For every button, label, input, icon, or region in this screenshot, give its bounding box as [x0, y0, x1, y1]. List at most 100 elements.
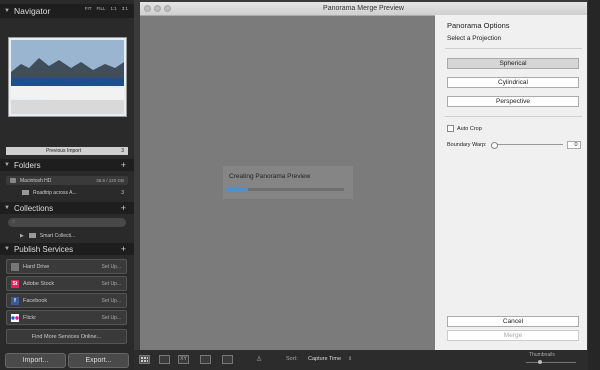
sort-chevron-icon[interactable]: ⇕ [348, 356, 352, 362]
add-folder-icon[interactable]: + [121, 160, 126, 170]
zoom-1-1[interactable]: 1:1 [110, 6, 116, 11]
previous-import-count: 3 [121, 148, 124, 154]
service-setup[interactable]: Set Up... [102, 298, 121, 304]
projection-label: Spherical [499, 60, 527, 67]
navigator-header[interactable]: ▼ Navigator FIT FILL 1:1 3:1 [0, 4, 134, 18]
slider-thumb[interactable] [538, 360, 542, 364]
minimize-window-icon[interactable] [154, 5, 161, 12]
collapse-triangle-icon: ▼ [4, 8, 10, 14]
boundary-warp-slider[interactable] [490, 142, 563, 149]
divider [445, 48, 582, 49]
service-setup[interactable]: Set Up... [102, 264, 121, 270]
folders-header[interactable]: ▼ Folders + [0, 159, 134, 171]
progress-fill [227, 188, 249, 191]
volume-name: Macintosh HD [20, 177, 52, 184]
folder-name: Roadtrip across A... [33, 189, 77, 196]
auto-crop-label: Auto Crop [457, 125, 482, 132]
auto-crop-option[interactable]: Auto Crop [447, 125, 482, 132]
collapse-triangle-icon: ▼ [4, 205, 10, 211]
adobe-stock-icon: St [11, 279, 19, 288]
service-name: Flickr [23, 314, 37, 321]
collection-item[interactable]: ▶ Smart Collecti... [6, 231, 128, 240]
find-more-label: Find More Services Online... [31, 333, 102, 340]
service-facebook[interactable]: f Facebook Set Up... [6, 293, 127, 308]
collections-header[interactable]: ▼ Collections + [0, 202, 134, 214]
cancel-button[interactable]: Cancel [447, 316, 579, 327]
dialog-titlebar[interactable]: Panorama Merge Preview [140, 2, 587, 16]
collapse-triangle-icon: ▼ [4, 162, 10, 168]
progress-box: Creating Panorama Preview [223, 166, 353, 199]
merge-button: Merge [447, 330, 579, 341]
folder-item[interactable]: Roadtrip across A... 3 [6, 188, 128, 197]
import-label: Import... [22, 357, 49, 364]
loupe-view-icon[interactable] [159, 355, 170, 364]
zoom-fit[interactable]: FIT [85, 6, 92, 11]
left-panel: ▼ Navigator FIT FILL 1:1 3:1 Previous Im… [0, 0, 134, 370]
boundary-warp-value[interactable]: 0 [566, 141, 581, 149]
projection-perspective-button[interactable]: Perspective [447, 96, 579, 107]
grid-view-icon[interactable] [139, 355, 150, 364]
progress-track [227, 188, 344, 191]
publish-services-header[interactable]: ▼ Publish Services + [0, 243, 134, 255]
expand-triangle-icon[interactable]: ▶ [20, 233, 24, 239]
export-label: Export... [85, 357, 112, 364]
find-more-services-button[interactable]: Find More Services Online... [6, 329, 127, 344]
merge-label: Merge [503, 332, 523, 339]
facebook-icon: f [11, 296, 19, 305]
folder-count: 3 [121, 189, 124, 196]
zoom-fill[interactable]: FILL [96, 6, 105, 11]
add-service-icon[interactable]: + [121, 244, 126, 254]
sort-label: Sort: [286, 356, 298, 362]
collection-name: Smart Collecti... [39, 232, 76, 239]
bottom-toolbar: XY ♙ Sort: Capture Time ⇕ Thumbnails [134, 350, 588, 370]
volume-row[interactable]: Macintosh HD 36.6 / 120 GB [6, 176, 128, 185]
zoom-window-icon[interactable] [164, 5, 171, 12]
import-button[interactable]: Import... [5, 353, 66, 368]
service-setup[interactable]: Set Up... [102, 281, 121, 287]
painter-icon[interactable]: ♙ [256, 355, 262, 363]
thumbnail-size-slider[interactable] [526, 360, 576, 364]
projection-label: Perspective [496, 98, 530, 105]
slider-track [490, 144, 563, 145]
navigator-preview[interactable] [8, 37, 127, 117]
search-icon: ⌕ [12, 219, 16, 225]
service-flickr[interactable]: Flickr Set Up... [6, 310, 127, 325]
people-view-icon[interactable] [222, 355, 233, 364]
collapse-triangle-icon: ▼ [4, 246, 10, 252]
export-button[interactable]: Export... [68, 353, 129, 368]
options-subtitle: Select a Projection [447, 35, 502, 42]
service-setup[interactable]: Set Up... [102, 315, 121, 321]
collection-search-input[interactable]: ⌕ [8, 218, 126, 227]
survey-view-icon[interactable] [200, 355, 211, 364]
service-name: Facebook [23, 297, 48, 304]
compare-view-icon[interactable]: XY [178, 355, 189, 364]
right-panel-edge [588, 0, 600, 370]
service-hard-drive[interactable]: Hard Drive Set Up... [6, 259, 127, 274]
navigator-title: Navigator [13, 6, 51, 16]
publish-services-title: Publish Services [13, 244, 74, 254]
flickr-icon [11, 313, 19, 322]
options-title: Panorama Options [447, 21, 510, 30]
volume-capacity: 36.6 / 120 GB [96, 178, 124, 183]
cancel-label: Cancel [502, 318, 524, 325]
service-name: Hard Drive [23, 263, 50, 270]
zoom-3-1[interactable]: 3:1 [122, 6, 128, 11]
add-collection-icon[interactable]: + [121, 203, 126, 213]
close-window-icon[interactable] [144, 5, 151, 12]
auto-crop-checkbox[interactable] [447, 125, 454, 132]
sort-value[interactable]: Capture Time [308, 356, 341, 362]
service-adobe-stock[interactable]: St Adobe Stock Set Up... [6, 276, 127, 291]
smart-collection-icon [28, 233, 36, 238]
zoom-options: FIT FILL 1:1 3:1 [85, 6, 128, 11]
dialog-title: Panorama Merge Preview [323, 5, 404, 12]
thumbnails-label: Thumbnails [529, 352, 555, 358]
slider-thumb[interactable] [490, 142, 498, 149]
folders-title: Folders [13, 160, 41, 170]
previous-import-row[interactable]: Previous Import 3 [6, 147, 128, 155]
disk-icon [10, 178, 16, 183]
boundary-warp-label: Boundary Warp: [447, 142, 487, 148]
progress-label: Creating Panorama Preview [229, 173, 311, 180]
projection-cylindrical-button[interactable]: Cylindrical [447, 77, 579, 88]
projection-spherical-button[interactable]: Spherical [447, 58, 579, 69]
folder-icon [22, 190, 29, 195]
